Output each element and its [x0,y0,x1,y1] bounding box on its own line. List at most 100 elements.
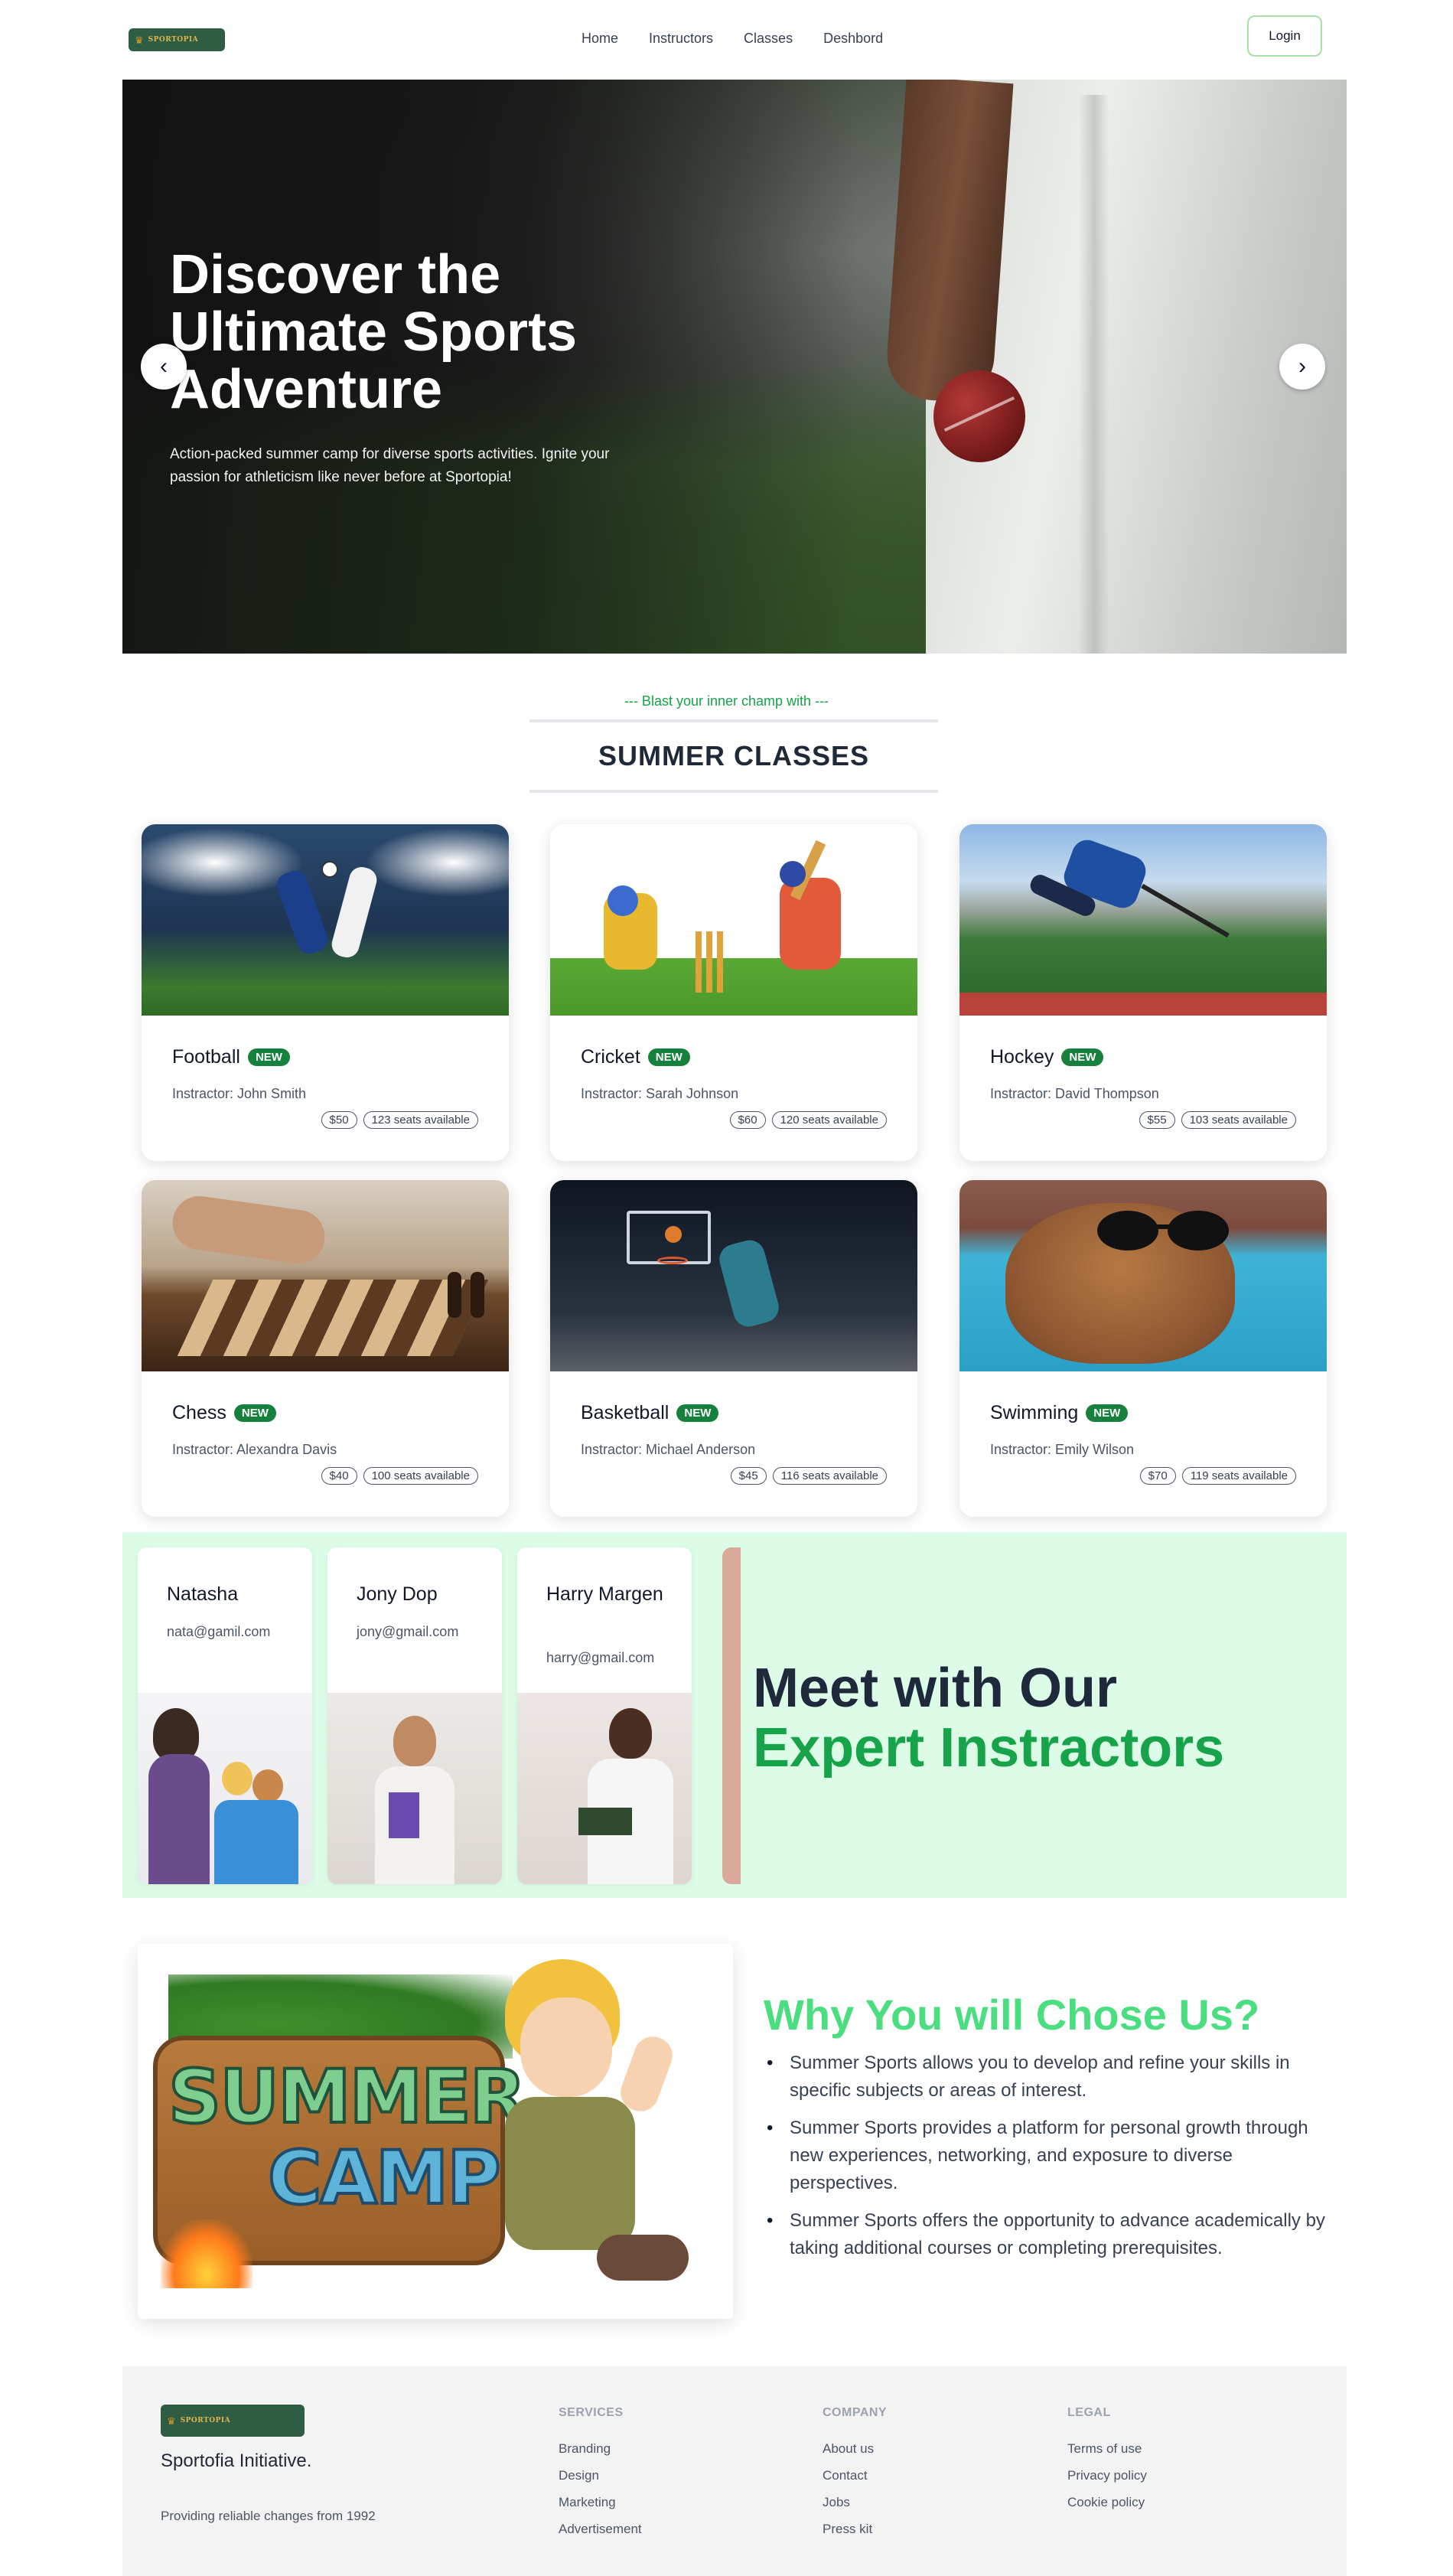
why-point: Summer Sports offers the opportunity to … [764,2207,1330,2262]
class-instructor: Instractor: John Smith [172,1086,307,1101]
instructor-card-harry-margen[interactable]: Harry Margen harry@gmail.com [517,1547,692,1884]
seats-chip: 100 seats available [363,1467,478,1485]
chevron-right-icon[interactable]: › [1279,344,1325,390]
seats-chip: 119 seats available [1181,1467,1296,1485]
instructor-email: jony@gmail.com [357,1624,459,1639]
login-button[interactable]: Login [1247,15,1322,57]
instructor-name: Harry Margen [546,1583,663,1605]
logo-text: SPORTOPIA [180,2417,231,2424]
footer-column-legal: LEGAL Terms of use Privacy policy Cookie… [1067,2406,1147,2516]
cricket-image [550,824,917,1016]
class-name: Basketball [581,1402,669,1423]
instructor-card-natasha[interactable]: Natasha nata@gamil.com [138,1547,312,1884]
footer-column-title: COMPANY [823,2406,888,2419]
trophy-icon: ♛ [135,34,144,46]
instructors-title-line1: Meet with Our [753,1658,1118,1719]
trophy-icon: ♛ [167,2415,176,2427]
section-title-box: SUMMER CLASSES [529,719,938,793]
instructors-section: Natasha nata@gamil.com Jony Dop jony@gma… [122,1532,1347,1898]
footer-link[interactable]: Cookie policy [1067,2489,1147,2516]
footer-brand: Sportofia Initiative. [161,2450,312,2471]
new-badge: NEW [1086,1404,1129,1422]
price-chip: $55 [1139,1111,1175,1129]
new-badge: NEW [676,1404,719,1422]
why-point: Summer Sports allows you to develop and … [764,2049,1330,2105]
logo-text: SPORTOPIA [148,36,199,44]
class-card-hockey[interactable]: Hockey NEW Instractor: David Thompson $55… [959,824,1327,1161]
price-chip: $60 [729,1111,766,1129]
seats-chip: 103 seats available [1181,1111,1296,1129]
seats-chip: 116 seats available [772,1467,887,1485]
instructor-photo [517,1693,692,1884]
summer-text: SUMMER [167,2054,528,2140]
class-name: Chess [172,1402,226,1423]
footer-column-title: SERVICES [559,2406,624,2419]
main-nav: Home Instructors Classes Deshbord [582,31,883,47]
camp-text: CAMP [266,2135,503,2221]
class-card-football[interactable]: Football NEW Instractor: John Smith $50 12… [142,824,509,1161]
instructor-name: Natasha [167,1583,239,1605]
basketball-image [550,1180,917,1371]
new-badge: NEW [247,1048,290,1066]
class-card-cricket[interactable]: Cricket NEW Instractor: Sarah Johnson $60… [550,824,917,1161]
new-badge: NEW [233,1404,276,1422]
instructors-title: Meet with Our Expert Instractors [753,1658,1224,1778]
class-card-swimming[interactable]: Swimming NEW Instractor: Emily Wilson $70… [959,1180,1327,1517]
footer-link[interactable]: About us [823,2435,887,2462]
price-chip: $40 [321,1467,357,1485]
footer-logo[interactable]: ♛ SPORTOPIA [161,2405,305,2437]
instructor-name: Jony Dop [357,1583,438,1605]
section-eyebrow: --- Blast your inner champ with --- [624,693,829,709]
class-name: Football [172,1046,240,1068]
nav-link-classes[interactable]: Classes [744,31,793,47]
instructor-photo [327,1693,502,1884]
new-badge: NEW [647,1048,690,1066]
seats-chip: 120 seats available [771,1111,887,1129]
class-instructor: Instractor: Sarah Johnson [581,1086,739,1101]
why-list: Summer Sports allows you to develop and … [764,2049,1330,2272]
class-card-basketball[interactable]: Basketball NEW Instractor: Michael Anders… [550,1180,917,1517]
footer-link[interactable]: Contact [823,2462,887,2489]
footer-tagline: Providing reliable changes from 1992 [161,2509,376,2523]
footer-link[interactable]: Terms of use [1067,2435,1147,2462]
football-image [142,824,509,1016]
footer-link[interactable]: Design [559,2462,642,2489]
seats-chip: 123 seats available [363,1111,478,1129]
instructors-title-line2: Expert Instractors [753,1717,1225,1779]
site-logo[interactable]: ♛ SPORTOPIA [129,28,225,51]
navbar: ♛ SPORTOPIA Home Instructors Classes Des… [0,0,1453,77]
footer-link[interactable]: Privacy policy [1067,2462,1147,2489]
hero-carousel: Discover the Ultimate Sports Adventure A… [122,80,1347,654]
instructor-card-jony-dop[interactable]: Jony Dop jony@gmail.com [327,1547,502,1884]
instructor-email: nata@gamil.com [167,1624,271,1639]
footer-column-title: LEGAL [1067,2406,1111,2419]
class-name: Hockey [990,1046,1054,1068]
footer: ♛ SPORTOPIA Sportofia Initiative. Provid… [122,2366,1347,2576]
class-instructor: Instractor: Alexandra Davis [172,1442,337,1457]
footer-link[interactable]: Jobs [823,2489,887,2516]
nav-link-dashboard[interactable]: Deshbord [823,31,883,47]
hero-description: Action-packed summer camp for diverse sp… [170,446,610,485]
why-point: Summer Sports provides a platform for pe… [764,2115,1330,2197]
class-instructor: Instractor: Emily Wilson [990,1442,1135,1457]
footer-column-services: SERVICES Branding Design Marketing Adver… [559,2406,642,2542]
hero-player-arm [884,80,1014,405]
class-card-chess[interactable]: Chess NEW Instractor: Alexandra Davis $40… [142,1180,509,1517]
footer-column-company: COMPANY About us Contact Jobs Press kit [823,2406,887,2542]
footer-link[interactable]: Marketing [559,2489,642,2516]
price-chip: $45 [730,1467,767,1485]
footer-link[interactable]: Advertisement [559,2516,642,2542]
cricket-ball-image [933,370,1025,462]
class-instructor: Instractor: Michael Anderson [581,1442,756,1457]
hero-title: Discover the Ultimate Sports Adventure [170,244,578,420]
swimming-image [959,1180,1327,1371]
section-title: SUMMER CLASSES [598,740,870,771]
nav-link-home[interactable]: Home [582,31,618,47]
footer-link[interactable]: Press kit [823,2516,887,2542]
chevron-left-icon[interactable]: ‹ [141,344,187,390]
chess-image [142,1180,509,1371]
instructor-email: harry@gmail.com [546,1650,655,1665]
footer-link[interactable]: Branding [559,2435,642,2462]
instructor-photo [138,1693,312,1884]
nav-link-instructors[interactable]: Instructors [649,31,713,47]
